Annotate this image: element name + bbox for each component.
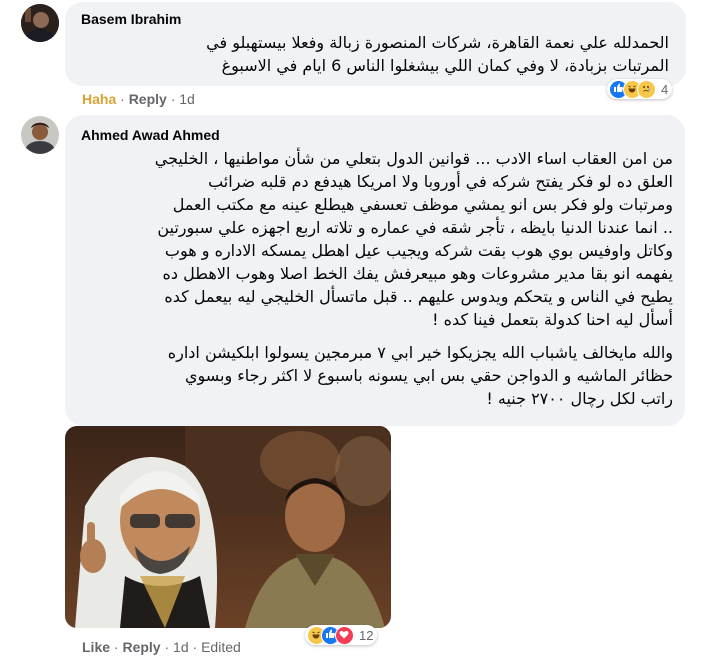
comment-line: ومرتبات ولو فكر بس انو يمشي موظف تعسفي ه… xyxy=(172,195,673,214)
haha-action[interactable]: Haha xyxy=(82,91,116,107)
comment-actions: Like · Reply · 1d · Edited xyxy=(82,639,241,655)
comment-line: من امن العقاب اساء الادب ... قوانين الدو… xyxy=(154,149,673,168)
avatar-ahmed[interactable] xyxy=(21,116,59,154)
comment-line: وكاتل واوفيس بوي هوب بقت شركه ويجيب عيل … xyxy=(164,241,673,260)
comment-line: والله مايخالف ياشباب الله يجزيكوا خير اب… xyxy=(167,343,673,362)
reply-action[interactable]: Reply xyxy=(122,639,160,655)
comment-line: أسأل ليه احنا كدولة بتعمل فينا كده ! xyxy=(432,310,673,329)
comment-line: يفهمه انو بقا مدير مشروعات وهو مبيعرفش ي… xyxy=(162,264,673,283)
photo-image xyxy=(65,426,391,628)
comment-ahmed: Ahmed Awad Ahmed من امن العقاب اساء الاد… xyxy=(0,110,721,662)
avatar-basem[interactable] xyxy=(21,4,59,42)
comment-author[interactable]: Ahmed Awad Ahmed xyxy=(81,127,220,143)
reaction-count: 4 xyxy=(661,81,669,97)
dot-separator: · xyxy=(170,91,180,107)
comment-photo[interactable] xyxy=(65,426,391,628)
comment-basem: Basem Ibrahim الحمدلله علي نعمة القاهرة،… xyxy=(0,0,721,110)
timestamp[interactable]: 1d xyxy=(179,91,195,107)
reaction-summary[interactable]: 12 xyxy=(305,625,378,645)
dot-separator: · xyxy=(120,91,129,107)
comment-line: المرتبات بزبادة، لا وفي كمان اللي بيشغلو… xyxy=(221,56,669,75)
reaction-summary[interactable]: 4 xyxy=(607,79,673,99)
comment-text: من امن العقاب اساء الادب ... قوانين الدو… xyxy=(77,147,673,410)
timestamp[interactable]: 1d xyxy=(173,639,189,655)
comment-line: الحمدلله علي نعمة القاهرة، شركات المنصور… xyxy=(206,33,669,52)
comment-line: راتب لكل رچال ٢٧٠٠ جنيه ! xyxy=(486,389,673,408)
avatar-image xyxy=(21,116,59,154)
avatar-image xyxy=(21,4,59,42)
like-action[interactable]: Like xyxy=(82,639,110,655)
sad-icon xyxy=(637,79,656,99)
dot-separator: · xyxy=(192,639,202,655)
comment-line: .. انما عندنا الدنيا بايظه ، تأجر شقه في… xyxy=(157,218,673,237)
reply-action[interactable]: Reply xyxy=(129,91,167,107)
edited-label[interactable]: Edited xyxy=(201,639,241,655)
comment-actions: Haha · Reply · 1d xyxy=(82,91,195,107)
reaction-count: 12 xyxy=(359,627,374,643)
comment-author[interactable]: Basem Ibrahim xyxy=(81,11,181,27)
dot-separator: · xyxy=(164,639,174,655)
love-icon xyxy=(335,625,354,645)
comment-line: يطيح في الناس و يتحكم ويدوس عليهم .. قبل… xyxy=(164,287,673,306)
comment-text: الحمدلله علي نعمة القاهرة، شركات المنصور… xyxy=(81,31,669,77)
comment-line: العلق ده لو فكر يفتح شركه في أوروبا ولا … xyxy=(208,172,673,191)
comment-line: حظائر الماشيه و الدواجن حقي بس ابي يسونه… xyxy=(184,366,673,385)
